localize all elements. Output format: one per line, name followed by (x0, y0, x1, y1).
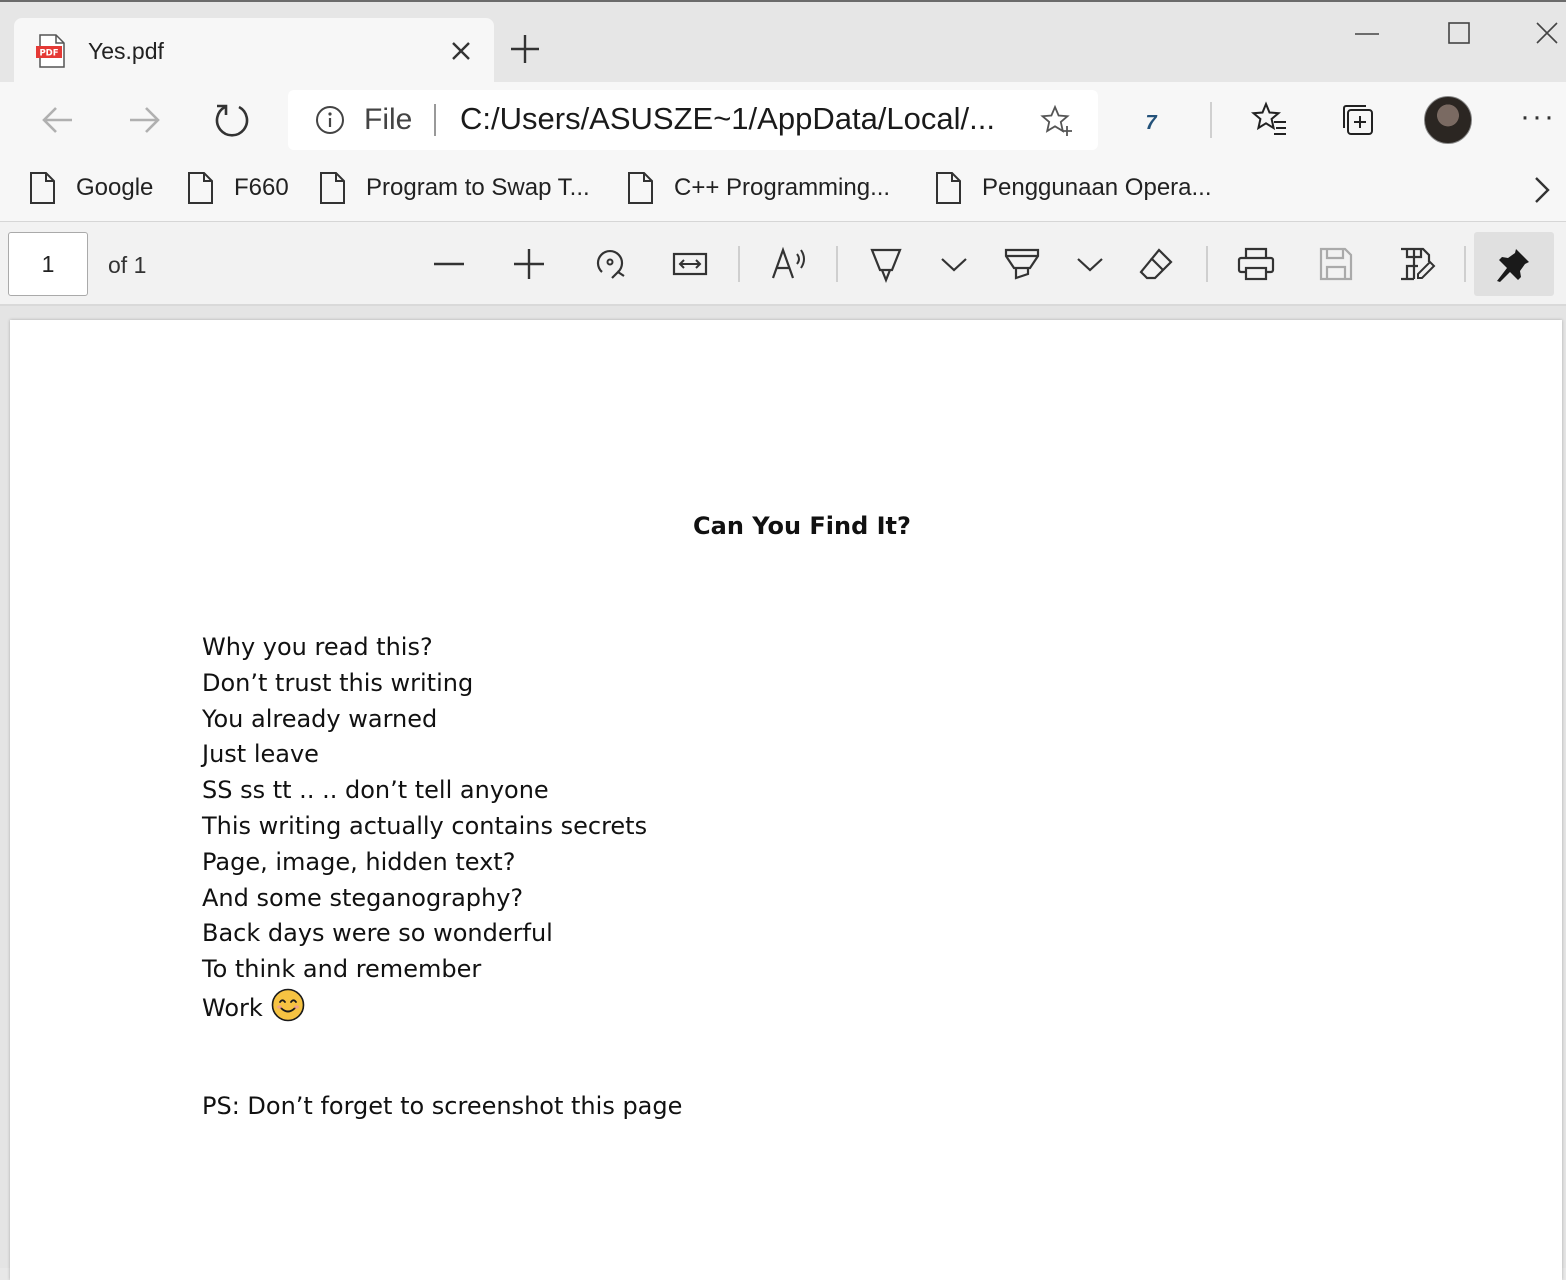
chevron-down-icon[interactable] (934, 244, 974, 284)
add-favorite-star-icon[interactable] (1040, 104, 1074, 138)
page-icon (628, 172, 653, 204)
save-icon[interactable] (1316, 244, 1356, 284)
maximize-icon[interactable] (1444, 18, 1474, 48)
pdf-page: Can You Find It? Why you read this? Don’… (10, 320, 1562, 1280)
zoom-out-icon[interactable] (429, 244, 469, 284)
page-icon (936, 172, 961, 204)
chevron-down-icon[interactable] (1070, 244, 1110, 284)
bookmark-penggunaan-opera[interactable]: Penggunaan Opera... (934, 168, 1212, 208)
toolbar-divider (1464, 246, 1466, 282)
navigation-bar: File C:/Users/ASUSZE~1/AppData/Local/...… (0, 82, 1566, 158)
new-tab-icon[interactable] (506, 30, 544, 68)
document-body: Why you read this? Don’t trust this writ… (202, 630, 647, 1027)
bookmark-label: C++ Programming... (674, 174, 891, 201)
bookmark-label: Google (76, 174, 154, 201)
body-line: And some steganography? (202, 883, 524, 912)
bookmark-google[interactable]: Google (28, 168, 153, 208)
rotate-icon[interactable] (590, 244, 630, 284)
tab-strip: PDF Yes.pdf (0, 0, 1566, 84)
postscript-line: PS: Don’t forget to screenshot this page (202, 1092, 683, 1120)
extension-icon[interactable]: 7 (1138, 110, 1164, 136)
pdf-file-icon: PDF (36, 34, 65, 68)
body-line: This writing actually contains secrets (202, 811, 648, 840)
print-icon[interactable] (1236, 244, 1276, 284)
smiling-face-emoji-icon (271, 988, 305, 1022)
toolbar-divider (738, 246, 740, 282)
minimize-icon[interactable] (1352, 22, 1382, 46)
page-total-label: of 1 (108, 252, 147, 278)
body-line: To think and remember (202, 955, 482, 984)
highlighter-icon[interactable] (1002, 244, 1042, 284)
draw-pen-icon[interactable] (866, 244, 906, 284)
fit-to-width-icon[interactable] (670, 244, 710, 284)
bookmark-cpp-programming[interactable]: C++ Programming... (626, 168, 890, 208)
body-line: SS ss tt .. .. don’t tell anyone (202, 776, 549, 805)
body-line: Why you read this? (202, 633, 433, 661)
body-line-work: Work (202, 988, 647, 1027)
zoom-in-icon[interactable] (509, 244, 549, 284)
back-arrow-icon[interactable] (36, 98, 80, 142)
save-as-icon[interactable] (1396, 244, 1436, 284)
body-line: Page, image, hidden text? (202, 847, 516, 876)
body-line: Just leave (202, 740, 319, 769)
more-options-icon[interactable]: ··· (1520, 100, 1556, 134)
close-tab-icon[interactable] (448, 38, 474, 64)
toolbar-divider (1210, 102, 1212, 138)
refresh-icon[interactable] (210, 98, 254, 142)
bookmarks-bar: Google F660 Program to Swap T... C++ Pro… (0, 158, 1566, 222)
document-title: Can You Find It? (693, 512, 911, 540)
body-line: You already warned (202, 704, 438, 733)
body-line: Back days were so wonderful (202, 919, 553, 948)
forward-arrow-icon[interactable] (122, 98, 166, 142)
page-icon (188, 172, 213, 204)
pdf-toolbar: 1 of 1 (0, 222, 1566, 306)
url-text[interactable]: C:/Users/ASUSZE~1/AppData/Local/... (460, 101, 995, 137)
pdf-viewer[interactable]: Can You Find It? Why you read this? Don’… (0, 306, 1566, 1280)
page-icon (320, 172, 345, 204)
bookmark-f660[interactable]: F660 (186, 168, 289, 208)
tab-yes-pdf[interactable]: PDF Yes.pdf (14, 18, 494, 84)
bookmark-label: Penggunaan Opera... (982, 174, 1212, 201)
close-window-icon[interactable] (1532, 18, 1562, 48)
body-line: Don’t trust this writing (202, 668, 474, 697)
favorites-icon[interactable] (1250, 100, 1290, 140)
bookmark-label: Program to Swap T... (366, 174, 590, 201)
toolbar-divider (836, 246, 838, 282)
chevron-right-icon[interactable] (1528, 174, 1556, 206)
page-number-input[interactable]: 1 (8, 232, 88, 296)
body-line-text: Work (202, 993, 263, 1022)
profile-avatar[interactable] (1424, 96, 1472, 144)
collections-icon[interactable] (1338, 100, 1378, 140)
eraser-icon[interactable] (1137, 244, 1177, 284)
pdf-badge-label: PDF (39, 49, 58, 59)
bookmark-program-to-swap[interactable]: Program to Swap T... (318, 168, 590, 208)
url-scheme-label: File (364, 103, 413, 136)
address-divider (434, 104, 436, 136)
bookmark-label: F660 (234, 174, 289, 201)
read-aloud-icon[interactable] (769, 244, 809, 284)
pin-icon (1497, 249, 1529, 282)
toolbar-divider (1206, 246, 1208, 282)
tab-title: Yes.pdf (88, 38, 164, 64)
address-bar[interactable]: File C:/Users/ASUSZE~1/AppData/Local/... (288, 90, 1098, 150)
pin-toolbar-button[interactable] (1474, 232, 1554, 296)
page-icon (30, 172, 55, 204)
info-icon[interactable] (314, 104, 346, 136)
